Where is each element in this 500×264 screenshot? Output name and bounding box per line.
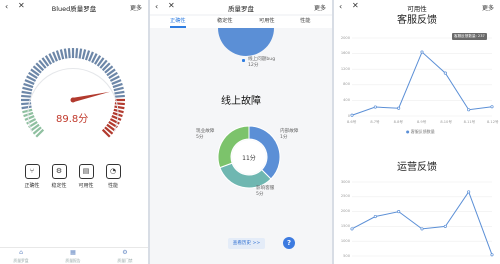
nav-label: 质量罗盘 [13, 258, 29, 263]
nav-item-gate[interactable]: ⚙ 质量门禁 [110, 250, 140, 264]
pie-label-line1: 线上问题bug [248, 57, 276, 62]
nav-item-report[interactable]: ▦ 质量报告 [58, 250, 88, 264]
gauge-tick [114, 105, 125, 110]
help-icon[interactable]: ? [283, 237, 295, 249]
gauge-tick [81, 49, 87, 60]
gauge-tick [55, 50, 62, 61]
gauge-tick [22, 86, 33, 92]
data-point[interactable] [443, 224, 447, 228]
bottom-nav: ⌂ 质量罗盘 ▦ 质量报告 ⚙ 质量门禁 [0, 247, 148, 264]
gauge-tick [21, 102, 32, 106]
home-icon: ⌂ [19, 249, 23, 256]
func-label: 稳定性 [51, 183, 67, 189]
gauge-needle [72, 91, 111, 103]
donut-label-internal: 内部故障 1分 [280, 129, 298, 141]
gauge-tick [113, 108, 124, 114]
gauge-tick [22, 108, 33, 114]
gauge-tick [21, 90, 32, 95]
func-performance[interactable]: ◔ 性能 [101, 164, 125, 189]
quality-gauge [21, 48, 125, 138]
series-line [351, 190, 493, 255]
view-history-button[interactable]: 查看历史 >> [228, 238, 265, 249]
segment-name: 现业故障 [196, 129, 215, 134]
gauge-tick [114, 90, 125, 95]
tab-stability[interactable]: 稳定性 [217, 17, 233, 24]
pie-label-line2: 12分 [248, 63, 259, 68]
gauge-tick [21, 94, 32, 98]
segment-score: 5分 [256, 192, 264, 197]
donut-label-business: 现业故障 5分 [196, 129, 214, 141]
data-point[interactable] [350, 227, 354, 231]
calculator-icon: ▤ [78, 164, 94, 179]
func-label: 可用性 [78, 183, 94, 189]
page-title: 质量罗盘 [228, 5, 254, 13]
speedometer-icon: ◔ [105, 164, 121, 179]
usability-panel: ‹ ✕ 可用性 更多 客服反馈 2000 1600 1200 800 400 0 8.6号… [334, 0, 500, 264]
y-tick-label: 1500 [340, 223, 350, 228]
tab-performance[interactable]: 性能 [300, 17, 310, 24]
data-point[interactable] [420, 227, 424, 231]
gauge-tick [21, 105, 32, 110]
segment-name: 内部故障 [280, 129, 299, 134]
func-usability[interactable]: ▤ 可用性 [74, 164, 98, 189]
nav-label: 质量报告 [65, 258, 81, 263]
gauge-tick [114, 102, 125, 106]
data-point[interactable] [397, 210, 401, 214]
y-tick-label: 2500 [340, 194, 350, 199]
segment-score: 5分 [196, 135, 204, 140]
segment-name: 影响客服 [256, 186, 275, 191]
y-tick-label: 1000 [340, 238, 350, 243]
gear-icon: ⚙ [51, 164, 67, 179]
legend-dot [242, 59, 245, 62]
gauge-score: 89.8分 [56, 114, 89, 125]
gauge-tick [113, 86, 124, 92]
bug-pie-chart [218, 28, 274, 56]
gauge-tick [63, 48, 68, 59]
pie-label: 线上问题bug 12分 [248, 57, 275, 69]
data-point[interactable] [373, 214, 377, 219]
gauge-tick [114, 94, 125, 98]
y-tick-label: 500 [343, 253, 350, 258]
report-icon: ▦ [70, 249, 76, 256]
func-label: 性能 [107, 183, 118, 189]
quality-panel: ‹ ✕ 质量罗盘 更多 正确性 稳定性 可用性 性能 线上问题bug 12分 线… [150, 0, 332, 264]
more-button[interactable]: 更多 [314, 3, 326, 12]
gauge-tick [59, 49, 65, 60]
gauge-tick [67, 48, 71, 59]
settings-icon: ⚙ [122, 249, 128, 256]
y-tick-label: 2000 [340, 209, 350, 214]
compass-panel: ‹ ✕ Blued质量罗盘 更多 89.8分 ⑂ 正确性 ⚙ 稳定性 ▤ 可用性… [0, 0, 148, 264]
gauge-tick [75, 48, 79, 59]
branch-icon: ⑂ [24, 164, 40, 179]
tab-usability[interactable]: 可用性 [259, 17, 275, 24]
top-bar: ‹ ✕ 质量罗盘 更多 [150, 0, 332, 14]
tab-bar: 正确性 稳定性 可用性 性能 [150, 16, 332, 28]
gauge-tick [78, 48, 83, 59]
data-point[interactable] [490, 253, 494, 257]
donut-label-support: 影响客服 5分 [256, 186, 274, 198]
nav-item-compass[interactable]: ⌂ 质量罗盘 [6, 250, 36, 264]
gauge-tick [112, 82, 123, 89]
nav-label: 质量门禁 [117, 258, 133, 263]
data-point[interactable] [467, 190, 471, 194]
segment-score: 1分 [280, 135, 288, 140]
donut-center-value: 11分 [242, 155, 256, 162]
gauge-hub [70, 97, 76, 103]
func-stability[interactable]: ⚙ 稳定性 [47, 164, 71, 189]
gauge-tick [23, 82, 34, 89]
y-tick-label: 3000 [340, 179, 350, 184]
tab-correctness[interactable]: 正确性 [170, 17, 186, 24]
func-correctness[interactable]: ⑂ 正确性 [20, 164, 44, 189]
gauge-tick [84, 50, 91, 61]
section-title: 线上故障 [221, 96, 261, 107]
func-label: 正确性 [24, 183, 40, 189]
operations-feedback-chart [350, 181, 494, 257]
